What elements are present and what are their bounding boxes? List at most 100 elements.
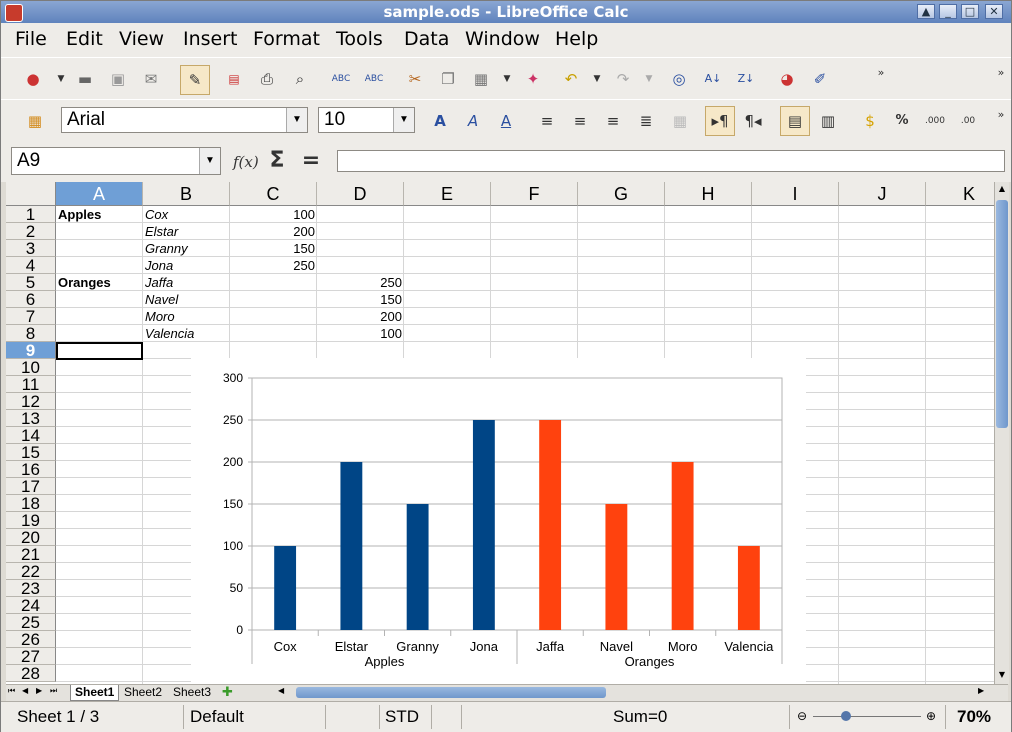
cell-b1[interactable]: Cox [143, 206, 230, 223]
row-header-14[interactable]: 14 [6, 427, 56, 444]
right-to-left-icon[interactable]: ¶◂ [741, 109, 765, 133]
italic-icon[interactable]: A [461, 109, 485, 133]
cell-c2[interactable]: 200 [230, 223, 317, 240]
format-toolbar-options-icon[interactable]: » [989, 103, 1012, 127]
row-header-23[interactable]: 23 [6, 580, 56, 597]
zoom-slider-track[interactable] [813, 716, 921, 717]
align-right-icon[interactable]: ≡ [601, 109, 625, 133]
row-header-2[interactable]: 2 [6, 223, 56, 240]
row-header-25[interactable]: 25 [6, 614, 56, 631]
justify-icon[interactable]: ≣ [634, 109, 658, 133]
zoom-out-icon[interactable]: ⊖ [797, 709, 807, 723]
name-box-dropdown-icon[interactable]: ▼ [199, 148, 220, 174]
font-size-dropdown-icon[interactable]: ▼ [393, 108, 414, 132]
menu-format[interactable]: Format [253, 28, 320, 50]
edit-file-icon[interactable]: ✎ [180, 65, 210, 95]
scroll-right-icon[interactable]: ▶ [978, 686, 984, 695]
equals-icon[interactable]: = [299, 149, 323, 173]
cell-b6[interactable]: Navel [143, 291, 230, 308]
menu-help[interactable]: Help [555, 28, 598, 50]
scroll-down-icon[interactable]: ▼ [996, 670, 1008, 682]
zoom-slider-thumb[interactable] [841, 711, 851, 721]
font-name-dropdown-icon[interactable]: ▼ [286, 108, 307, 132]
row-header-5[interactable]: 5 [6, 274, 56, 291]
row-header-21[interactable]: 21 [6, 546, 56, 563]
prev-sheet-icon[interactable]: ◀ [22, 686, 28, 695]
menu-data[interactable]: Data [404, 28, 449, 50]
column-header-c[interactable]: C [230, 182, 317, 206]
sort-descending-icon[interactable]: Z↓ [734, 67, 758, 91]
column-header-e[interactable]: E [404, 182, 491, 206]
row-header-13[interactable]: 13 [6, 410, 56, 427]
spreadsheet-grid[interactable]: ABCDEFGHIJK 1 2 3 4 5 6 7 8 9 10 11 12 13 14 15 16 17 18 1… [6, 182, 994, 684]
menu-file[interactable]: File [15, 28, 47, 50]
row-header-11[interactable]: 11 [6, 376, 56, 393]
row-header-27[interactable]: 27 [6, 648, 56, 665]
column-header-b[interactable]: B [143, 182, 230, 206]
spellcheck-icon[interactable]: ABC [329, 67, 353, 91]
row-header-6[interactable]: 6 [6, 291, 56, 308]
formula-input[interactable] [337, 150, 1005, 172]
column-header-d[interactable]: D [317, 182, 404, 206]
name-box[interactable]: A9 ▼ [11, 147, 221, 175]
clone-formatting-icon[interactable]: ✦ [521, 67, 545, 91]
sheet-tab-2[interactable]: Sheet2 [120, 685, 166, 700]
row-header-4[interactable]: 4 [6, 257, 56, 274]
insert-chart-icon[interactable]: ◕ [775, 67, 799, 91]
column-header-g[interactable]: G [578, 182, 665, 206]
row-header-7[interactable]: 7 [6, 308, 56, 325]
maximize-icon[interactable]: □ [961, 4, 979, 19]
add-decimal-icon[interactable]: .000 [923, 109, 947, 133]
align-vcenter-icon[interactable]: ▥ [816, 109, 840, 133]
delete-decimal-icon[interactable]: .00 [956, 109, 980, 133]
vertical-scroll-thumb[interactable] [996, 200, 1008, 428]
menu-insert[interactable]: Insert [183, 28, 238, 50]
font-name-combo[interactable]: Arial ▼ [61, 107, 308, 133]
cell-b4[interactable]: Jona [143, 257, 230, 274]
status-page-style[interactable]: Default [190, 707, 244, 727]
vertical-scrollbar[interactable]: ▲ ▼ [994, 182, 1009, 684]
function-wizard-icon[interactable]: f(x) [233, 150, 259, 174]
row-header-8[interactable]: 8 [6, 325, 56, 342]
shade-icon[interactable]: ▲ [917, 4, 935, 19]
sheet-tab-1[interactable]: Sheet1 [70, 685, 120, 701]
merge-cells-icon[interactable]: ▦ [668, 109, 692, 133]
cell-d6[interactable]: 150 [317, 291, 404, 308]
underline-icon[interactable]: A [494, 109, 518, 133]
zoom-in-icon[interactable]: ⊕ [926, 709, 936, 723]
column-header-h[interactable]: H [665, 182, 752, 206]
new-document-icon[interactable]: ● [21, 67, 45, 91]
status-mode[interactable]: STD [385, 707, 419, 727]
cell-d5[interactable]: 250 [317, 274, 404, 291]
cell-b5[interactable]: Jaffa [143, 274, 230, 291]
row-header-3[interactable]: 3 [6, 240, 56, 257]
row-header-1[interactable]: 1 [6, 206, 56, 223]
close-icon[interactable]: ✕ [985, 4, 1003, 19]
row-header-17[interactable]: 17 [6, 478, 56, 495]
cell-c1[interactable]: 100 [230, 206, 317, 223]
paste-dropdown-icon[interactable]: ▼ [495, 67, 519, 91]
cell-a5[interactable]: Oranges [56, 274, 143, 291]
last-sheet-icon[interactable]: ⏭ [50, 686, 57, 696]
cell-b3[interactable]: Granny [143, 240, 230, 257]
align-left-icon[interactable]: ≡ [535, 109, 559, 133]
cell-c3[interactable]: 150 [230, 240, 317, 257]
row-header-28[interactable]: 28 [6, 665, 56, 682]
menu-view[interactable]: View [119, 28, 164, 50]
redo-icon[interactable]: ↷ [611, 67, 635, 91]
undo-icon[interactable]: ↶ [559, 67, 583, 91]
scroll-up-icon[interactable]: ▲ [996, 184, 1008, 196]
align-top-icon[interactable]: ▤ [780, 106, 810, 136]
cell-b7[interactable]: Moro [143, 308, 230, 325]
toolbar-options-icon[interactable]: » [989, 61, 1012, 85]
column-header-j[interactable]: J [839, 182, 926, 206]
cell-c4[interactable]: 250 [230, 257, 317, 274]
paste-icon[interactable]: ▦ [469, 67, 493, 91]
column-header-f[interactable]: F [491, 182, 578, 206]
cut-icon[interactable]: ✂ [403, 67, 427, 91]
bar-chart[interactable]: 0 50 100 150 200 250 300 Cox Elstar Granny Jona Jaf… [191, 358, 806, 684]
menu-window[interactable]: Window [465, 28, 540, 50]
cell-d7[interactable]: 200 [317, 308, 404, 325]
font-size-combo[interactable]: 10 ▼ [318, 107, 415, 133]
row-header-22[interactable]: 22 [6, 563, 56, 580]
